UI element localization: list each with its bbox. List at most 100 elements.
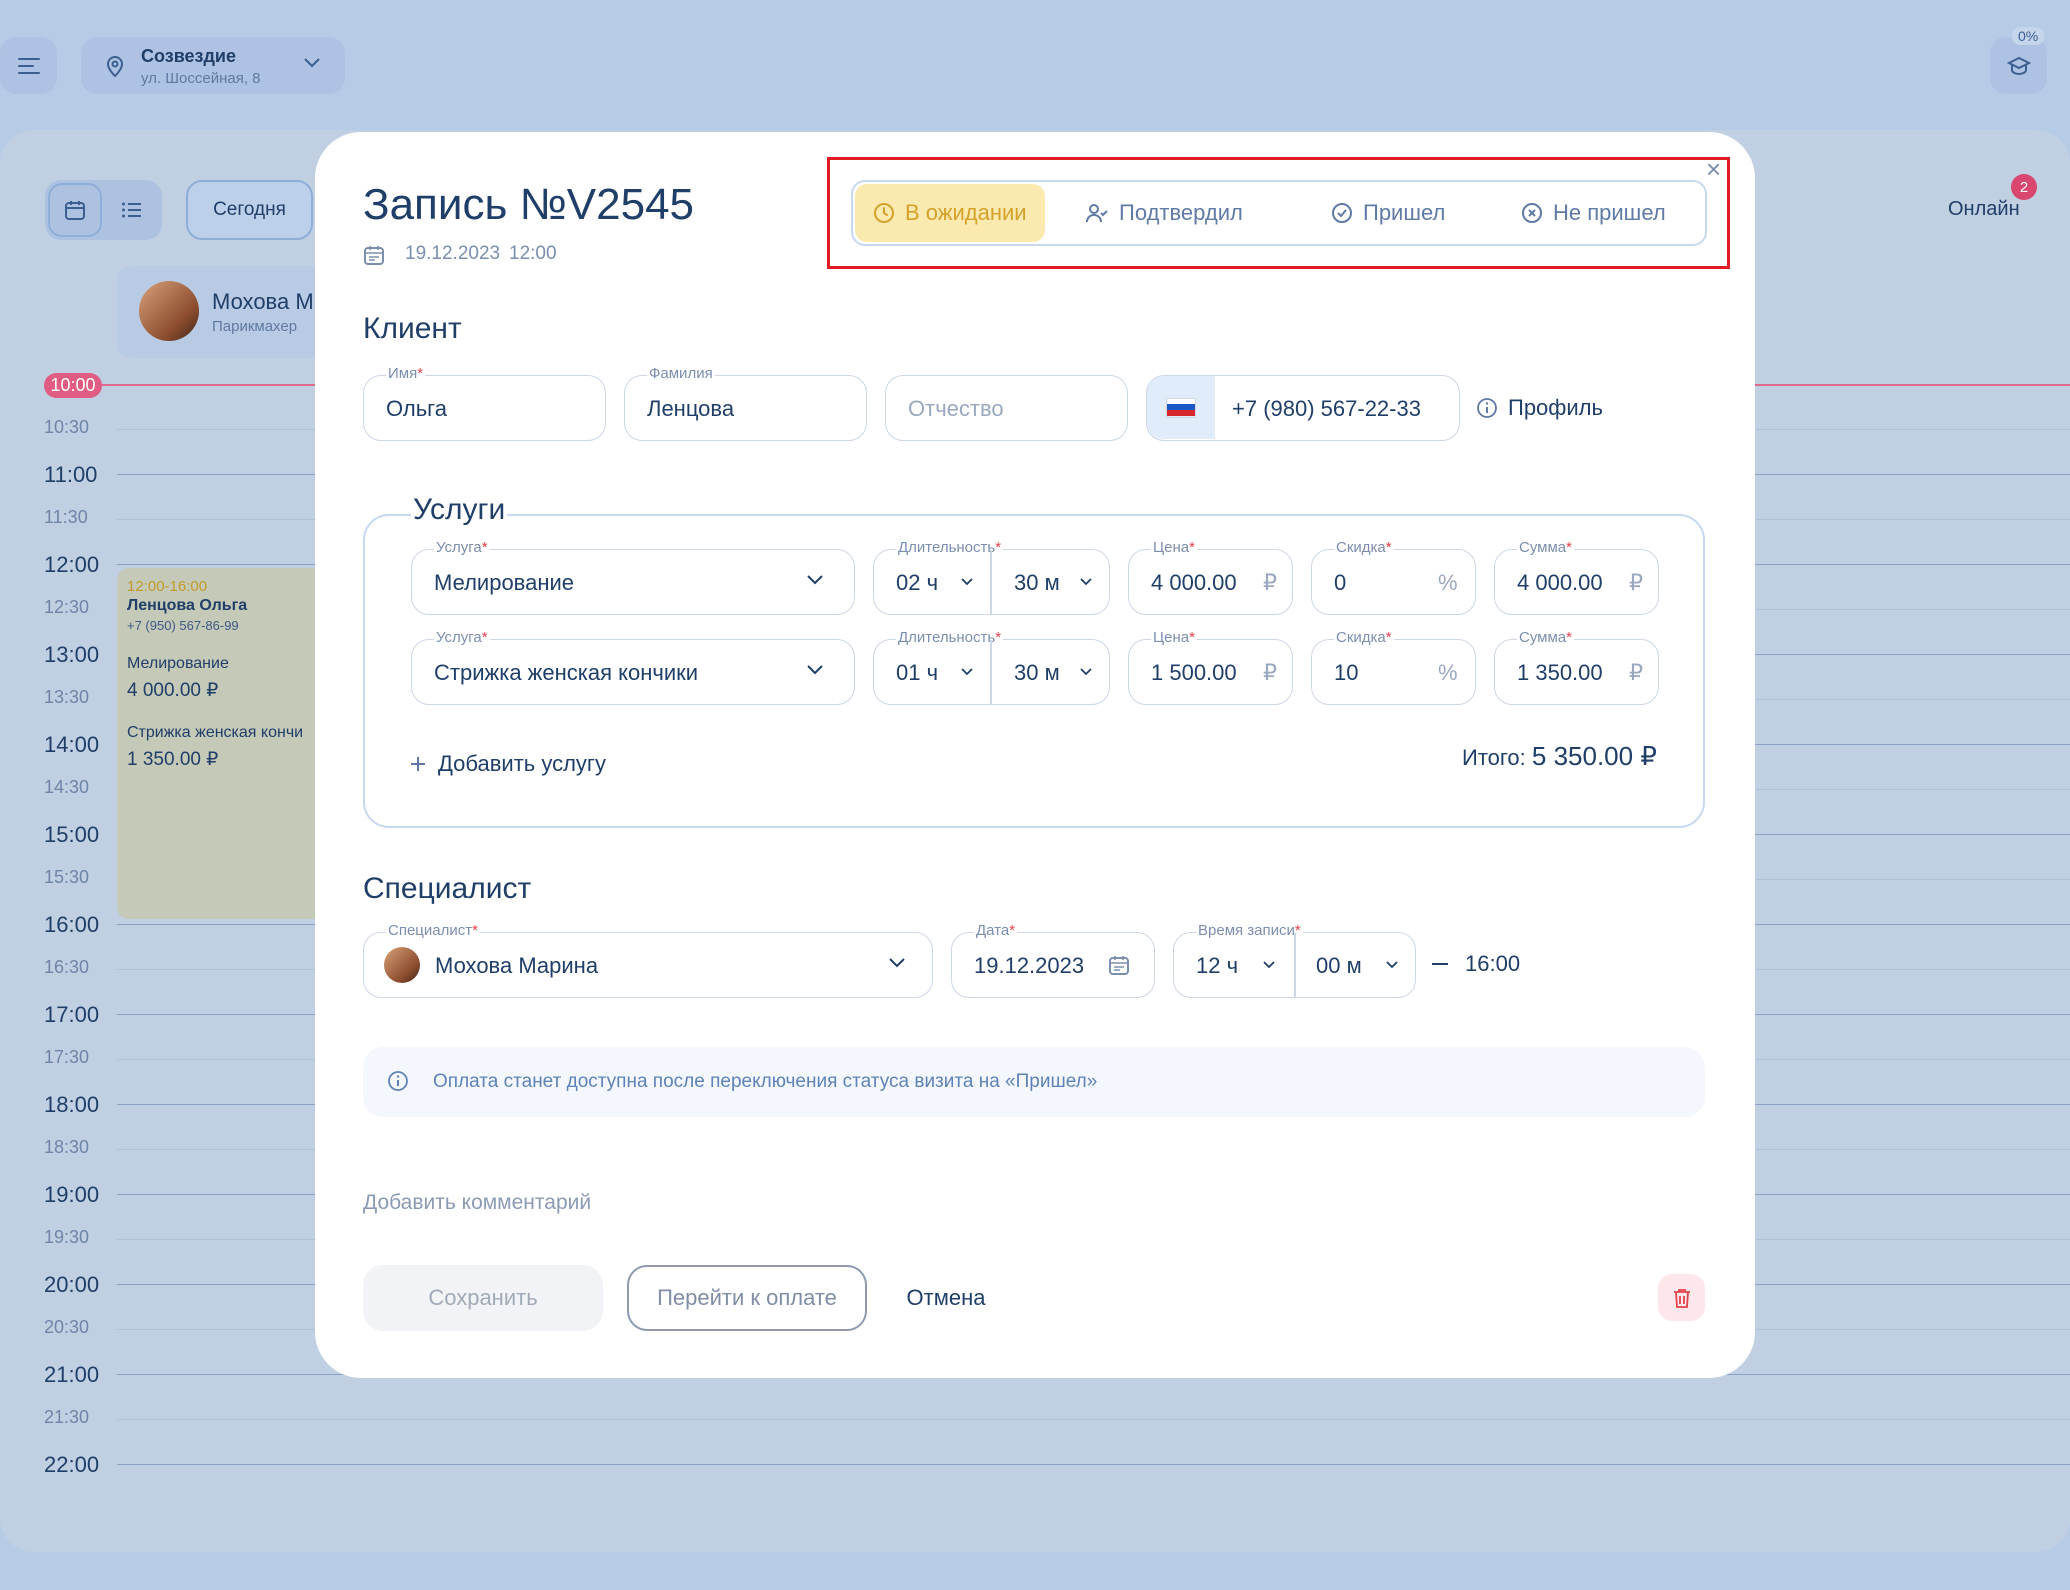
field-label: Длительность* (896, 539, 1004, 557)
discount-field[interactable]: Скидка* 10 % (1311, 629, 1476, 705)
menu-button[interactable] (0, 37, 57, 94)
status-arrived[interactable]: Пришел (1313, 184, 1463, 242)
appointment-service: Мелирование (127, 655, 229, 672)
staff-column-header[interactable]: Мохова М Парикмахер (117, 266, 331, 358)
avatar (139, 281, 199, 341)
calendar-icon (65, 201, 85, 220)
time-select[interactable]: Время записи* 12 ч 00 м (1173, 922, 1416, 998)
client-section-title: Клиент (363, 312, 462, 345)
time-label: 15:30 (44, 867, 90, 887)
specialist-name: Мохова Марина (435, 953, 599, 978)
service-select[interactable]: Услуга* Стрижка женская кончики (411, 629, 855, 705)
time-label: 18:00 (44, 1092, 100, 1117)
price-field[interactable]: Цена* 4 000.00 ₽ (1128, 539, 1293, 615)
info-text: Оплата станет доступна после переключени… (433, 1071, 1098, 1092)
discount-value: 0 (1334, 570, 1347, 595)
last-name-field[interactable]: Фамилия Ленцова (624, 365, 867, 441)
date-field[interactable]: Дата* 19.12.2023 (951, 922, 1155, 998)
duration-minutes[interactable]: 30 м (1014, 570, 1060, 596)
graduation-cap-icon (2006, 56, 2031, 75)
list-icon (122, 202, 141, 218)
discount-field[interactable]: Скидка* 0 % (1311, 539, 1476, 615)
info-icon (1477, 398, 1497, 418)
time-minutes[interactable]: 00 м (1316, 953, 1362, 979)
calendar-icon[interactable] (1108, 954, 1130, 976)
add-comment-link[interactable]: Добавить комментарий (363, 1191, 591, 1215)
service-select[interactable]: Услуга* Мелирование (411, 539, 855, 615)
status-no-show[interactable]: Не пришел (1503, 184, 1684, 242)
calendar-view-button[interactable] (48, 183, 102, 237)
profile-label: Профиль (1508, 395, 1603, 420)
time-gridline (117, 1464, 2070, 1465)
duration-select[interactable]: Длительность* 02 ч 30 м (873, 539, 1110, 615)
status-label: Пришел (1363, 200, 1446, 225)
chevron-down-icon (961, 668, 973, 676)
time-label: 16:00 (44, 912, 100, 937)
field-label: Скидка* (1334, 539, 1394, 557)
profile-link[interactable]: Профиль (1476, 395, 1603, 421)
time-hours[interactable]: 12 ч (1196, 953, 1238, 979)
duration-hours[interactable]: 02 ч (896, 570, 938, 596)
status-confirmed[interactable]: Подтвердил (1067, 184, 1261, 242)
appointment-price: 1 350.00 ₽ (127, 749, 219, 770)
time-gridline (117, 1419, 2070, 1420)
map-pin-icon (106, 56, 124, 77)
price-value: 4 000.00 (1151, 570, 1237, 595)
divider (1294, 933, 1296, 997)
field-label: Сумма* (1517, 539, 1574, 557)
services-section-title: Услуги (411, 493, 508, 527)
appointment-modal: Запись №V2545 19.12.2023 12:00 × В ожида… (315, 132, 1755, 1378)
field-label: Время записи* (1196, 922, 1303, 940)
currency-suffix: ₽ (1629, 660, 1643, 685)
top-bar: Созвездие ул. Шоссейная, 8 0% (0, 0, 2070, 130)
duration-hours[interactable]: 01 ч (896, 660, 938, 686)
add-service-button[interactable]: Добавить услугу (410, 751, 606, 777)
end-time: 16:00 (1465, 951, 1521, 976)
discount-value: 10 (1334, 660, 1359, 685)
time-label: 20:00 (44, 1272, 100, 1297)
appointment-price: 4 000.00 ₽ (127, 680, 219, 701)
appointment-phone: +7 (950) 567-86-99 (127, 618, 239, 633)
time-label: 11:30 (44, 507, 88, 527)
payment-info-notice: Оплата станет доступна после переключени… (363, 1047, 1705, 1117)
menu-icon (17, 57, 40, 74)
appointment-card[interactable]: 12:00-16:00 Ленцова Ольга +7 (950) 567-8… (117, 568, 331, 919)
duration-minutes[interactable]: 30 м (1014, 660, 1060, 686)
field-label: Дата* (974, 922, 1018, 940)
sum-value: 4 000.00 (1517, 570, 1603, 595)
field-label: Цена* (1151, 539, 1197, 557)
middle-name-field[interactable]: Отчество (885, 375, 1128, 441)
chevron-down-icon (1080, 578, 1092, 586)
go-to-payment-button[interactable]: Перейти к оплате (627, 1265, 867, 1331)
delete-button[interactable] (1658, 1274, 1705, 1321)
time-label: 11:00 (44, 462, 98, 487)
online-tab[interactable]: Онлайн (1948, 198, 2020, 221)
onboarding-button[interactable] (1990, 37, 2047, 94)
time-label: 21:00 (44, 1362, 100, 1387)
sum-field[interactable]: Сумма* 1 350.00 ₽ (1494, 629, 1659, 705)
location-address: ул. Шоссейная, 8 (141, 70, 261, 87)
percent-suffix: % (1438, 570, 1458, 595)
list-view-button[interactable] (105, 183, 159, 237)
country-selector[interactable] (1147, 376, 1215, 439)
phone-field[interactable]: +7 (980) 567-22-33 (1146, 375, 1460, 441)
price-field[interactable]: Цена* 1 500.00 ₽ (1128, 629, 1293, 705)
status-waiting[interactable]: В ожидании (855, 184, 1045, 242)
percent-suffix: % (1438, 660, 1458, 685)
field-label: Специалист* (386, 922, 480, 940)
cancel-button[interactable]: Отмена (891, 1265, 1001, 1331)
sum-field[interactable]: Сумма* 4 000.00 ₽ (1494, 539, 1659, 615)
duration-select[interactable]: Длительность* 01 ч 30 м (873, 629, 1110, 705)
time-range-dash (1432, 963, 1448, 965)
time-label: 12:00 (44, 552, 100, 577)
field-label: Скидка* (1334, 629, 1394, 647)
save-button[interactable]: Сохранить (363, 1265, 603, 1331)
today-button[interactable]: Сегодня (186, 180, 313, 240)
services-total: Итого: 5 350.00 ₽ (1462, 741, 1657, 772)
time-label: 17:00 (44, 1002, 100, 1027)
location-selector[interactable]: Созвездие ул. Шоссейная, 8 (81, 37, 345, 94)
russia-flag-icon (1166, 397, 1196, 418)
first-name-field[interactable]: Имя* Ольга (363, 365, 606, 441)
appointment-date: 19.12.2023 (405, 243, 501, 264)
specialist-select[interactable]: Специалист* Мохова Марина (363, 922, 933, 998)
